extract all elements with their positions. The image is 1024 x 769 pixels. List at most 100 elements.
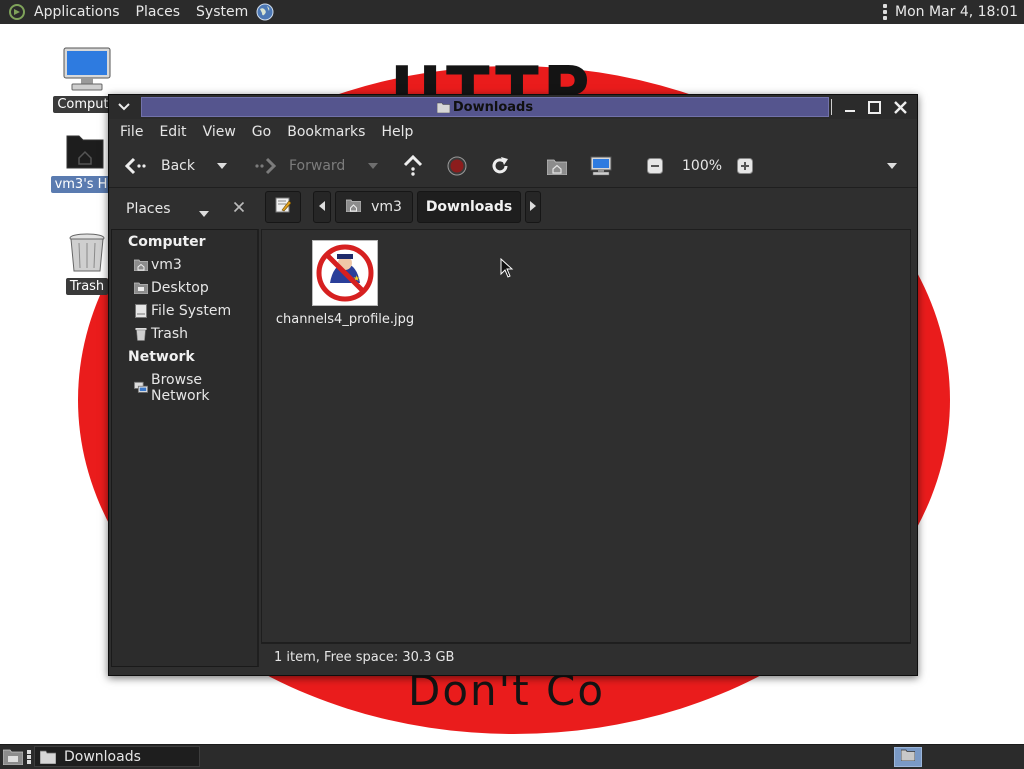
- mouse-cursor-icon: [500, 257, 514, 282]
- toggle-location-entry-button[interactable]: [265, 191, 301, 223]
- applications-menu[interactable]: Applications: [34, 4, 120, 20]
- breadcrumb-scroll-left[interactable]: [313, 191, 331, 223]
- workspace-switcher[interactable]: [894, 747, 922, 767]
- toolbar-overflow-dropdown[interactable]: [887, 145, 897, 187]
- file-item[interactable]: ★ channels4_profile.jpg: [270, 240, 420, 327]
- sidebar-heading-network: Network: [128, 349, 195, 365]
- panel-grip-icon[interactable]: [27, 750, 31, 764]
- zoom-level[interactable]: 100%: [682, 145, 722, 187]
- sidebar-header: Places: [111, 188, 259, 230]
- sidebar-item-label: vm3: [151, 257, 182, 273]
- breadcrumb-scroll-right[interactable]: [525, 191, 541, 223]
- image-thumbnail: ★: [312, 240, 378, 306]
- computer-button[interactable]: [590, 145, 612, 187]
- menu-go[interactable]: Go: [245, 124, 277, 140]
- breadcrumb-vm3[interactable]: vm3: [335, 191, 413, 223]
- sidebar-item-desktop[interactable]: Desktop: [134, 280, 209, 296]
- clock[interactable]: Mon Mar 4, 18:01: [895, 4, 1018, 20]
- window-title-strip[interactable]: Downloads: [141, 97, 829, 117]
- stop-button[interactable]: [447, 145, 467, 187]
- zoom-in-button[interactable]: [737, 145, 753, 187]
- desktop-icon-label: Trash: [65, 278, 109, 295]
- taskbar-button-label: Downloads: [64, 748, 141, 765]
- trash-icon: [134, 327, 148, 341]
- back-history-dropdown[interactable]: [217, 145, 227, 187]
- home-button[interactable]: [547, 145, 567, 187]
- folder-icon: [436, 102, 451, 113]
- zoom-out-button[interactable]: [647, 145, 663, 187]
- breadcrumb-label: Downloads: [425, 199, 513, 215]
- up-arrow-icon: [403, 155, 423, 177]
- sidebar-type-selector[interactable]: Places: [126, 201, 171, 217]
- sidebar-item-file-system[interactable]: File System: [134, 303, 231, 319]
- distro-logo-icon[interactable]: [8, 3, 26, 21]
- menu-view[interactable]: View: [196, 124, 242, 140]
- zoom-in-icon: [737, 158, 753, 174]
- sidebar-item-label: File System: [151, 303, 232, 319]
- file-manager-window: Downloads File Edit View Go Bookmarks He…: [108, 94, 918, 676]
- places-menu[interactable]: Places: [136, 4, 181, 20]
- zoom-level-text: 100%: [682, 158, 723, 174]
- close-button[interactable]: [889, 97, 911, 117]
- forward-arrow-icon: [254, 157, 276, 175]
- toolbar: Back Forward 100%: [109, 145, 917, 188]
- sidebar-item-vm3[interactable]: vm3: [134, 257, 182, 273]
- sidebar-item-label: Browse Network: [151, 372, 210, 404]
- menu-edit[interactable]: Edit: [152, 124, 192, 140]
- up-button[interactable]: [403, 145, 423, 187]
- dropdown-triangle-icon: [887, 163, 897, 169]
- sidebar-item-label: Desktop: [151, 280, 209, 296]
- bottom-panel: Downloads: [0, 744, 1024, 769]
- breadcrumb-label: vm3: [371, 199, 402, 215]
- dropdown-triangle-icon: [217, 163, 227, 169]
- dropdown-triangle-icon: [368, 163, 378, 169]
- menubar: File Edit View Go Bookmarks Help: [109, 119, 917, 145]
- menu-bookmarks[interactable]: Bookmarks: [280, 124, 371, 140]
- home-icon: [134, 258, 148, 272]
- show-desktop-icon[interactable]: [2, 748, 24, 769]
- zoom-out-icon: [647, 158, 663, 174]
- maximize-button[interactable]: [863, 97, 885, 117]
- web-browser-launcher-icon[interactable]: [256, 3, 274, 21]
- sidebar-item-browse-network[interactable]: Browse Network: [134, 372, 257, 404]
- workspace-window-icon: [900, 749, 916, 765]
- sidebar-close-icon[interactable]: [233, 201, 245, 217]
- menu-help[interactable]: Help: [374, 124, 419, 140]
- edit-location-icon: [275, 197, 292, 217]
- stop-icon: [447, 156, 467, 176]
- drive-icon: [134, 304, 148, 318]
- forward-button[interactable]: Forward: [254, 145, 345, 187]
- taskbar-button-downloads[interactable]: Downloads: [34, 746, 200, 767]
- window-title: Downloads: [452, 99, 534, 115]
- titlebar-separator: [831, 99, 832, 115]
- desktop-folder-icon: [134, 281, 148, 295]
- folder-icon: [39, 750, 57, 764]
- back-arrow-icon: [125, 157, 147, 175]
- file-name: channels4_profile.jpg: [275, 312, 415, 327]
- forward-history-dropdown[interactable]: [368, 145, 378, 187]
- back-button[interactable]: Back: [125, 145, 195, 187]
- window-menu-chevron-icon[interactable]: [113, 97, 135, 117]
- system-menu[interactable]: System: [196, 4, 248, 20]
- sidebar-item-trash[interactable]: Trash: [134, 326, 188, 342]
- places-sidebar: Computer vm3 Desktop File System Trash N: [111, 229, 259, 667]
- sidebar-dropdown-icon[interactable]: [199, 205, 209, 221]
- minimize-button[interactable]: [839, 97, 861, 117]
- sidebar-heading-computer: Computer: [128, 234, 206, 250]
- reload-button[interactable]: [490, 145, 510, 187]
- titlebar[interactable]: Downloads: [109, 95, 917, 119]
- home-icon: [345, 199, 362, 216]
- top-panel: Applications Places System Mon Mar 4, 18…: [0, 0, 1024, 25]
- status-text: 1 item, Free space: 30.3 GB: [274, 649, 455, 665]
- panel-grip-icon[interactable]: [883, 4, 887, 20]
- breadcrumb-downloads[interactable]: Downloads: [417, 191, 521, 223]
- forward-label: Forward: [289, 158, 346, 174]
- file-view[interactable]: ★ channels4_profile.jpg: [261, 229, 911, 643]
- status-bar: 1 item, Free space: 30.3 GB: [261, 643, 911, 670]
- computer-icon: [52, 46, 122, 96]
- computer-icon: [590, 156, 612, 176]
- left-triangle-icon: [319, 199, 325, 215]
- right-triangle-icon: [530, 199, 536, 215]
- reload-icon: [490, 156, 510, 176]
- menu-file[interactable]: File: [113, 124, 149, 140]
